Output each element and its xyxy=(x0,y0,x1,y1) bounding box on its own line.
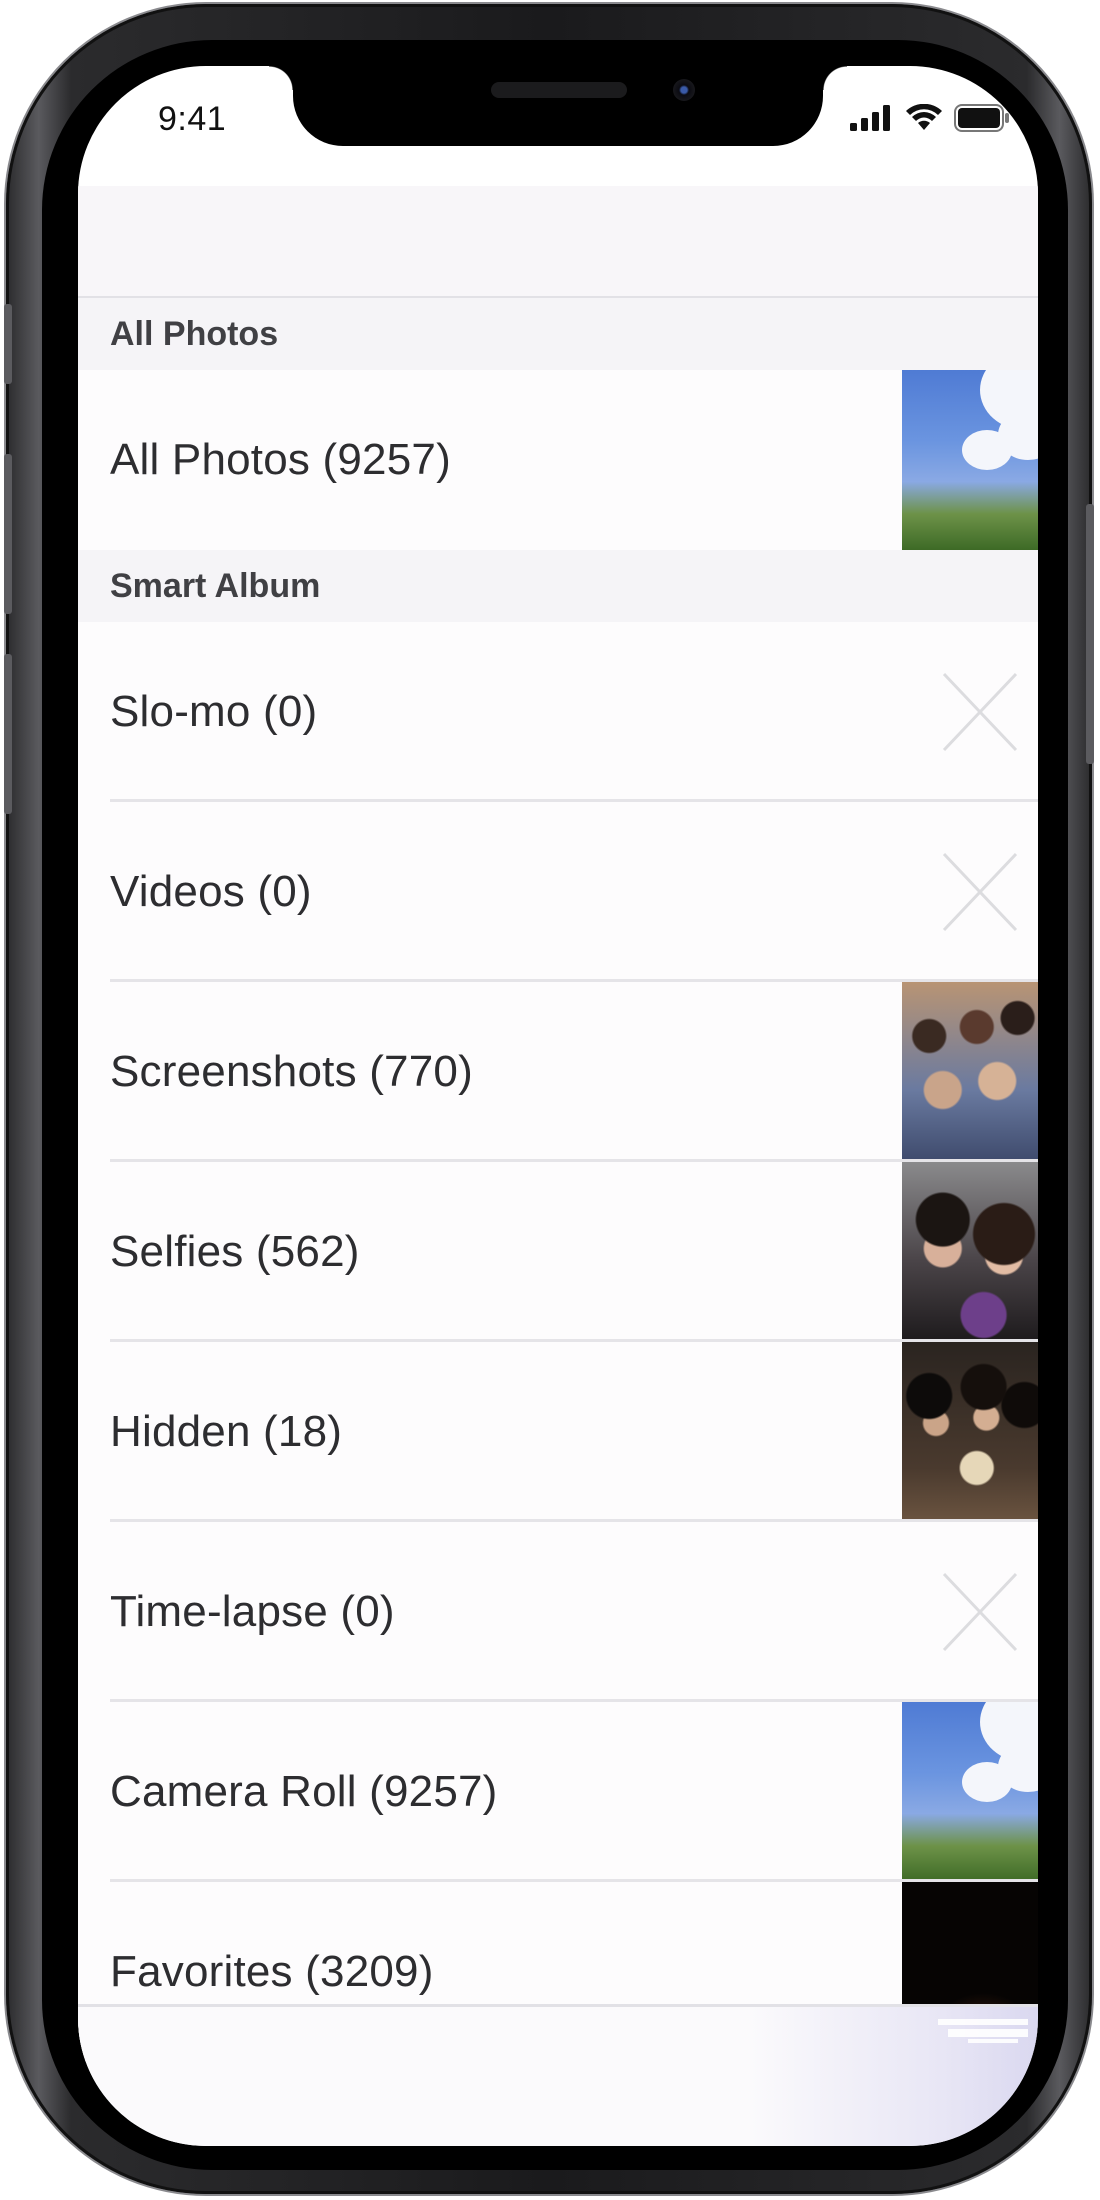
status-time: 9:41 xyxy=(158,100,227,138)
album-label: Screenshots (770) xyxy=(110,1047,473,1096)
section-header-all-photos: All Photos xyxy=(78,298,1038,370)
album-thumbnail xyxy=(902,1162,1038,1342)
album-row-hidden[interactable]: Hidden (18) xyxy=(78,1342,1038,1522)
status-indicators xyxy=(850,104,1010,132)
album-row-videos[interactable]: Videos (0) xyxy=(78,802,1038,982)
album-label: Camera Roll (9257) xyxy=(110,1767,498,1816)
navigation-bar xyxy=(78,186,1038,299)
album-row-selfies[interactable]: Selfies (562) xyxy=(78,1162,1038,1342)
album-row-all-photos[interactable]: All Photos (9257) xyxy=(78,370,1038,550)
silent-switch xyxy=(4,304,12,384)
album-list: All Photos All Photos (9257) Smart Album… xyxy=(78,298,1038,2062)
album-row-screenshots[interactable]: Screenshots (770) xyxy=(78,982,1038,1162)
album-row-camera-roll[interactable]: Camera Roll (9257) xyxy=(78,1702,1038,1882)
battery-icon xyxy=(954,104,1009,132)
album-label: Hidden (18) xyxy=(110,1407,343,1456)
album-label: Slo-mo (0) xyxy=(110,687,318,736)
bottom-toolbar xyxy=(78,2004,1038,2146)
volume-down-button xyxy=(4,654,12,814)
album-label: Selfies (562) xyxy=(110,1227,360,1276)
album-label: Favorites (3209) xyxy=(110,1947,434,1996)
close-x-icon xyxy=(942,852,1018,932)
wifi-icon xyxy=(906,104,942,130)
front-camera xyxy=(673,79,695,101)
album-thumbnail xyxy=(902,370,1038,550)
close-x-icon xyxy=(942,672,1018,752)
volume-up-button xyxy=(4,454,12,614)
watermark-icon xyxy=(938,2019,1028,2043)
phone-frame: 9:41 All Photos All Photos (9257) Smart … xyxy=(4,4,1094,2194)
speaker-grille xyxy=(491,82,627,98)
cellular-signal-icon xyxy=(850,105,890,131)
power-button xyxy=(1086,504,1094,764)
album-label: All Photos (9257) xyxy=(110,435,451,484)
album-thumbnail xyxy=(902,982,1038,1162)
album-label: Videos (0) xyxy=(110,867,312,916)
album-row-time-lapse[interactable]: Time-lapse (0) xyxy=(78,1522,1038,1702)
screen: 9:41 All Photos All Photos (9257) Smart … xyxy=(78,66,1038,2146)
notch xyxy=(269,66,847,146)
album-thumbnail xyxy=(902,1342,1038,1522)
album-row-slo-mo[interactable]: Slo-mo (0) xyxy=(78,622,1038,802)
close-x-icon xyxy=(942,1572,1018,1652)
album-label: Time-lapse (0) xyxy=(110,1587,395,1636)
album-thumbnail xyxy=(902,1702,1038,1882)
section-header-smart-album: Smart Album xyxy=(78,550,1038,622)
